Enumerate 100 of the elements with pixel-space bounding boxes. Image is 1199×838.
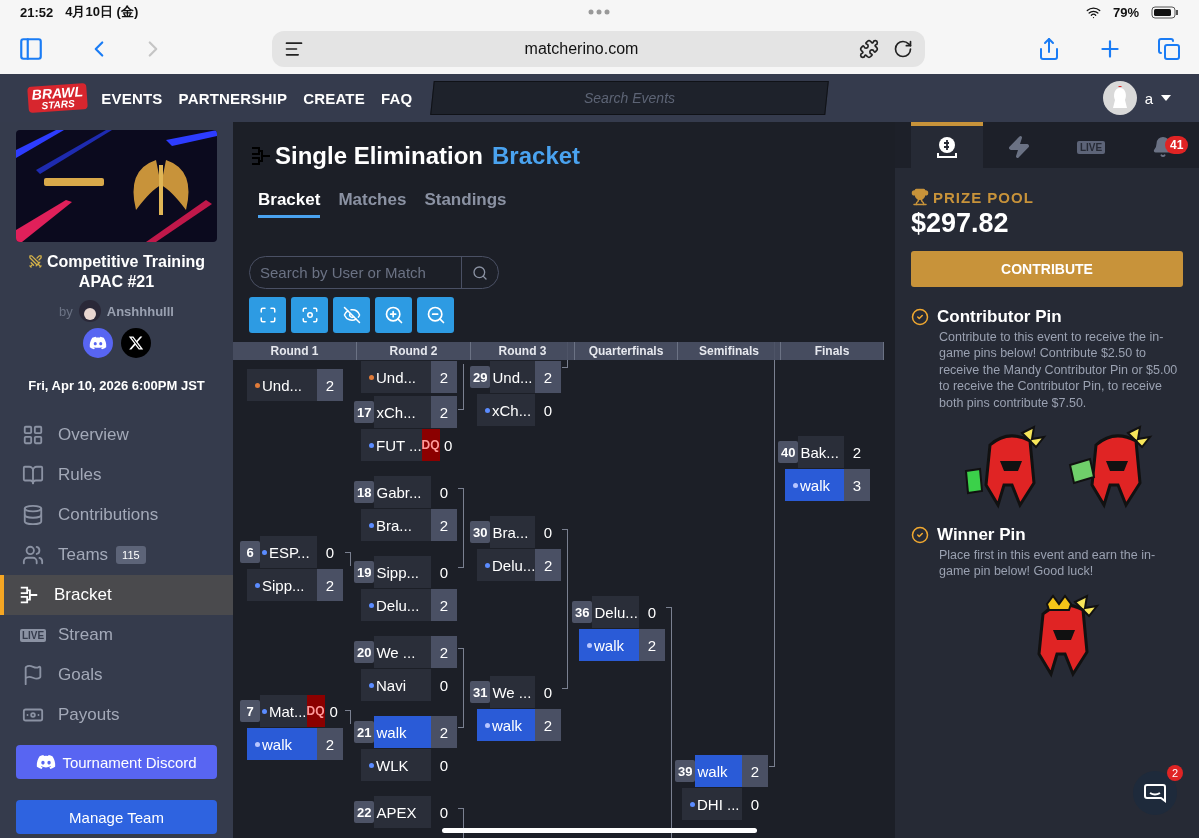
- team-name: Delu...: [492, 556, 536, 574]
- team-entry[interactable]: Und...: [490, 361, 535, 393]
- team-entry[interactable]: Sipp...: [247, 569, 317, 601]
- team-name: walk: [800, 476, 830, 494]
- count-badge: 115: [116, 546, 146, 564]
- reload-icon[interactable]: [893, 39, 913, 59]
- match-number: 36: [572, 601, 593, 623]
- sidebar-item[interactable]: Teams 115: [0, 535, 233, 575]
- tab[interactable]: Matches: [338, 190, 407, 218]
- team-entry[interactable]: walk: [785, 469, 844, 501]
- nav-link[interactable]: CREATE: [303, 89, 365, 107]
- user-name[interactable]: a: [1144, 89, 1153, 107]
- team-entry[interactable]: Delu...: [477, 549, 536, 581]
- eye-off-icon: [342, 306, 361, 324]
- team-entry[interactable]: ESP...: [260, 536, 317, 568]
- team-entry[interactable]: walk: [579, 629, 639, 661]
- team-score: 3: [844, 469, 870, 501]
- team-score: 2: [851, 442, 863, 463]
- check-circle-icon: [911, 308, 929, 326]
- address-bar[interactable]: matcherino.com: [272, 31, 925, 67]
- team-entry[interactable]: Bra...: [490, 516, 535, 548]
- search-icon[interactable]: [472, 264, 488, 281]
- round-title: Finals: [781, 342, 884, 360]
- tabs-icon[interactable]: [1157, 37, 1181, 61]
- team-entry[interactable]: walk: [477, 709, 535, 741]
- nav-link[interactable]: FAQ: [380, 89, 413, 107]
- sidebar-item[interactable]: Overview: [0, 415, 233, 455]
- team-entry[interactable]: xCh...: [374, 396, 431, 428]
- team-entry[interactable]: Gabr...: [374, 476, 431, 508]
- match-number: 19: [354, 561, 375, 583]
- match-number: 29: [470, 366, 491, 388]
- bracket-icon: [18, 584, 40, 606]
- focus-button[interactable]: [291, 297, 328, 333]
- page-title: Single Elimination: [275, 142, 484, 170]
- team-score: 0: [443, 435, 454, 456]
- money-icon: [935, 135, 959, 159]
- team-entry[interactable]: xCh...: [477, 394, 535, 426]
- team-score: 0: [438, 802, 450, 823]
- team-name: Gabr...: [376, 483, 422, 501]
- team-entry[interactable]: APEX: [374, 796, 431, 828]
- fullscreen-button[interactable]: [249, 297, 286, 333]
- sidebar-toggle-icon[interactable]: [18, 36, 44, 62]
- sidebar-item[interactable]: Rules: [0, 455, 233, 495]
- round-title: Round 3: [471, 342, 575, 360]
- reader-icon[interactable]: [284, 39, 304, 59]
- x-icon: [127, 335, 144, 351]
- x-link[interactable]: [120, 328, 151, 358]
- caret-icon[interactable]: [1161, 95, 1171, 101]
- team-entry[interactable]: DHI ...: [682, 788, 742, 820]
- team-entry[interactable]: Delu...: [361, 589, 431, 621]
- zoom-out-button[interactable]: [417, 297, 454, 333]
- sidebar-item[interactable]: Bracket: [0, 575, 233, 615]
- panel-tab[interactable]: 41: [1127, 122, 1199, 168]
- team-entry[interactable]: Bra...: [361, 509, 431, 541]
- team-entry[interactable]: Navi: [361, 669, 431, 701]
- share-icon[interactable]: [1037, 37, 1061, 61]
- panel-tab[interactable]: [911, 122, 983, 168]
- team-entry[interactable]: walk: [247, 728, 317, 760]
- team-entry[interactable]: Bak...: [798, 436, 844, 468]
- team-entry[interactable]: walk: [695, 755, 742, 787]
- nav-link[interactable]: EVENTS: [101, 89, 163, 107]
- team-name: walk: [697, 762, 728, 780]
- sidebar-item[interactable]: LIVE Stream: [0, 615, 233, 655]
- team-entry[interactable]: Und...: [247, 369, 317, 401]
- zoom-in-button[interactable]: [375, 297, 412, 333]
- tab[interactable]: Bracket: [258, 190, 321, 218]
- discord-icon: [36, 752, 57, 772]
- organizer-name[interactable]: Anshhhulll: [106, 303, 174, 319]
- sidebar-item[interactable]: Payouts: [0, 695, 233, 735]
- team-entry[interactable]: Sipp...: [374, 556, 431, 588]
- wifi-icon: [1085, 4, 1101, 20]
- team-entry[interactable]: walk: [374, 716, 431, 748]
- team-entry[interactable]: FUT ...: [361, 429, 422, 461]
- game-logo[interactable]: BRAWL STARS: [27, 83, 89, 113]
- discord-link[interactable]: [82, 328, 113, 358]
- team-entry[interactable]: Delu...: [592, 596, 639, 628]
- discord-button[interactable]: Tournament Discord: [16, 745, 217, 779]
- pin-title: Contributor Pin: [937, 307, 1062, 327]
- team-entry[interactable]: We ...: [490, 676, 535, 708]
- extension-icon[interactable]: [859, 39, 879, 59]
- team-entry[interactable]: WLK: [361, 749, 431, 781]
- team-name: Navi: [376, 676, 406, 694]
- sidebar-item[interactable]: Contributions: [0, 495, 233, 535]
- tab[interactable]: Standings: [424, 190, 507, 218]
- team-score: 0: [328, 701, 339, 722]
- team-entry[interactable]: Mat...: [260, 695, 307, 727]
- sidebar-item[interactable]: Goals: [0, 655, 233, 695]
- team-entry[interactable]: Und...: [361, 361, 431, 393]
- sidebar-item-label: Payouts: [58, 705, 120, 725]
- sidebar-item-label: Overview: [58, 425, 129, 445]
- nav-link[interactable]: PARTNERSHIP: [178, 89, 288, 107]
- team-name: WLK: [376, 756, 409, 774]
- manage-team-button[interactable]: Manage Team: [16, 800, 217, 834]
- user-avatar[interactable]: [1102, 81, 1137, 115]
- chat-icon: [1144, 783, 1166, 803]
- event-title: Competitive Training APAC #21: [12, 252, 221, 292]
- team-entry[interactable]: We ...: [374, 636, 431, 668]
- hide-button[interactable]: [333, 297, 370, 333]
- focus-icon: [300, 306, 319, 324]
- team-name: Und...: [262, 376, 303, 394]
